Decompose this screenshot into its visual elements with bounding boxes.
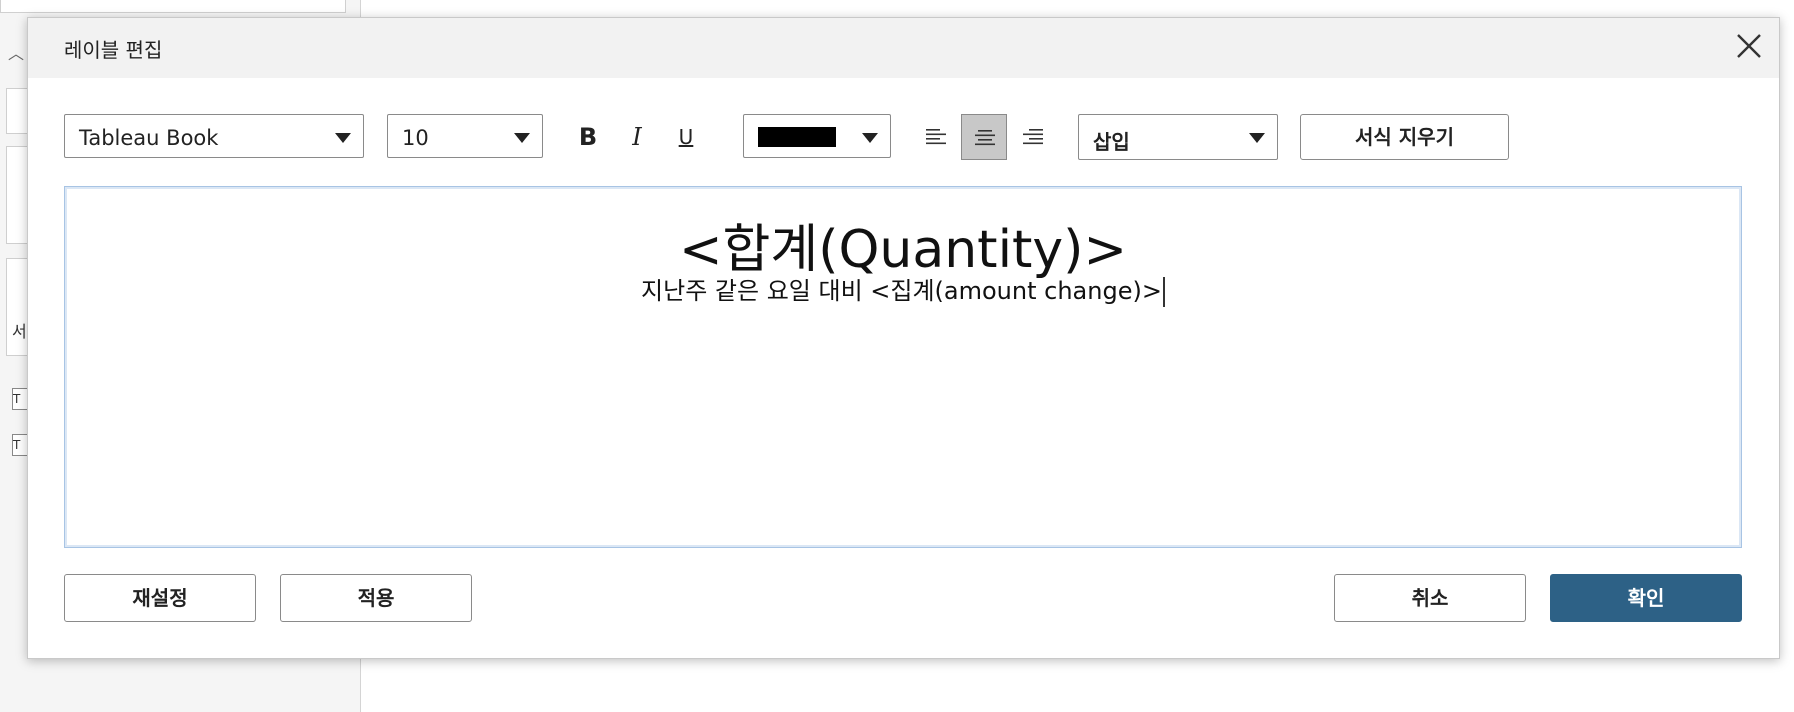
insert-label: 삽입 xyxy=(1093,130,1130,154)
cancel-button[interactable]: 취소 xyxy=(1334,574,1526,622)
align-left-button[interactable] xyxy=(913,114,959,160)
dropdown-caret-icon xyxy=(862,133,878,143)
font-size-dropdown[interactable]: 10 xyxy=(387,114,543,158)
italic-button[interactable]: I xyxy=(618,118,656,156)
insert-dropdown[interactable]: 삽입 xyxy=(1078,114,1278,160)
clear-formatting-button[interactable]: 서식 지우기 xyxy=(1300,114,1509,160)
dropdown-caret-icon xyxy=(1249,133,1265,143)
align-center-button[interactable] xyxy=(961,114,1007,160)
font-size-value: 10 xyxy=(402,126,429,150)
close-icon xyxy=(1737,34,1761,58)
editor-line-2-text: 지난주 같은 요일 대비 <집계(amount change)> xyxy=(641,277,1162,305)
text-cursor xyxy=(1162,277,1165,307)
background-top-box xyxy=(0,0,346,13)
font-family-value: Tableau Book xyxy=(79,126,219,150)
text-color-swatch xyxy=(758,127,836,147)
edit-label-dialog: 레이블 편집 Tableau Book 10 B I U 삽입 서식 지우기 <… xyxy=(27,17,1780,659)
text-color-dropdown[interactable] xyxy=(743,114,891,158)
dialog-title: 레이블 편집 xyxy=(64,38,163,62)
bold-button[interactable]: B xyxy=(569,118,607,156)
font-family-dropdown[interactable]: Tableau Book xyxy=(64,114,364,158)
align-right-button[interactable] xyxy=(1010,114,1056,160)
dialog-header: 레이블 편집 xyxy=(28,18,1779,78)
label-text-editor[interactable]: <합계(Quantity)> 지난주 같은 요일 대비 <집계(amount c… xyxy=(64,186,1742,548)
apply-button[interactable]: 적용 xyxy=(280,574,472,622)
ok-button[interactable]: 확인 xyxy=(1550,574,1742,622)
underline-button[interactable]: U xyxy=(667,118,705,156)
dropdown-caret-icon xyxy=(335,133,351,143)
text-field-icon: T xyxy=(12,434,28,456)
align-center-icon xyxy=(975,130,995,146)
dropdown-caret-icon xyxy=(514,133,530,143)
align-left-icon xyxy=(926,129,946,145)
editor-line-2: 지난주 같은 요일 대비 <집계(amount change)> xyxy=(65,271,1741,307)
align-right-icon xyxy=(1023,129,1043,145)
close-button[interactable] xyxy=(1733,30,1765,62)
text-field-icon: T xyxy=(12,388,28,410)
chevron-up-icon: ︿ xyxy=(8,44,25,63)
reset-button[interactable]: 재설정 xyxy=(64,574,256,622)
background-partial-text: 서 xyxy=(12,322,27,341)
